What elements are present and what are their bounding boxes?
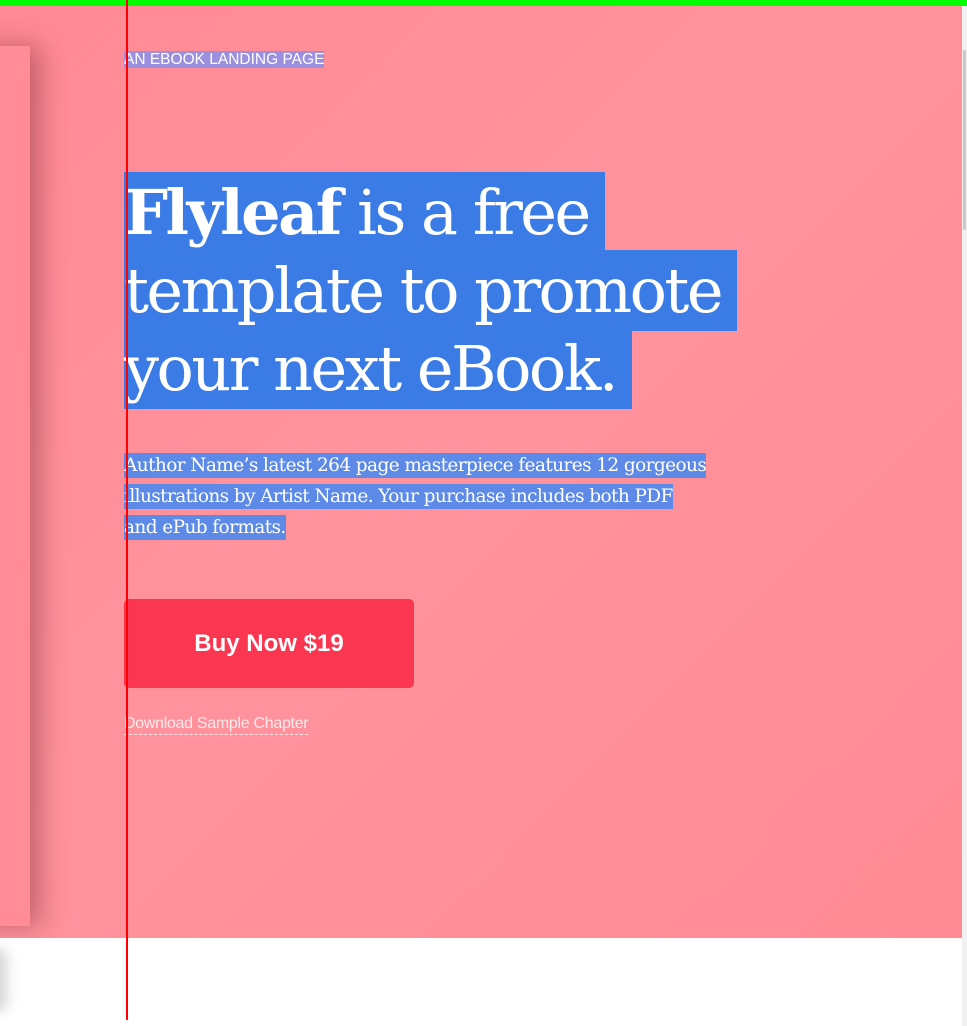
headline-line-1-rest: is a free bbox=[339, 176, 591, 249]
vertical-guide-line bbox=[126, 0, 128, 1020]
description-line-3: and ePub formats. bbox=[124, 515, 286, 540]
top-border-bar bbox=[0, 0, 967, 6]
headline-line-3: your next eBook. bbox=[124, 328, 633, 409]
description-line-2: illustrations by Artist Name. Your purch… bbox=[124, 484, 673, 509]
download-sample-link[interactable]: Download Sample Chapter bbox=[124, 714, 309, 735]
buy-now-button[interactable]: Buy Now $19 bbox=[124, 599, 414, 688]
scrollbar-thumb[interactable] bbox=[963, 50, 966, 230]
book-cover-edge bbox=[0, 46, 30, 926]
brand-name: Flyleaf bbox=[124, 176, 342, 249]
headline-line-2: template to promote bbox=[124, 250, 738, 331]
hero-description: Author Name’s latest 264 page masterpiec… bbox=[124, 450, 804, 543]
hero-section: AN EBOOK LANDING PAGE Flyleaf is a free t… bbox=[0, 6, 962, 938]
description-line-1: Author Name’s latest 264 page masterpiec… bbox=[124, 453, 707, 478]
eyebrow-label: AN EBOOK LANDING PAGE bbox=[124, 50, 325, 70]
eyebrow-text: AN EBOOK LANDING PAGE bbox=[124, 51, 325, 68]
hero-headline: Flyleaf is a free template to promote your… bbox=[124, 172, 824, 409]
headline-line-1: Flyleaf is a free bbox=[124, 172, 605, 253]
